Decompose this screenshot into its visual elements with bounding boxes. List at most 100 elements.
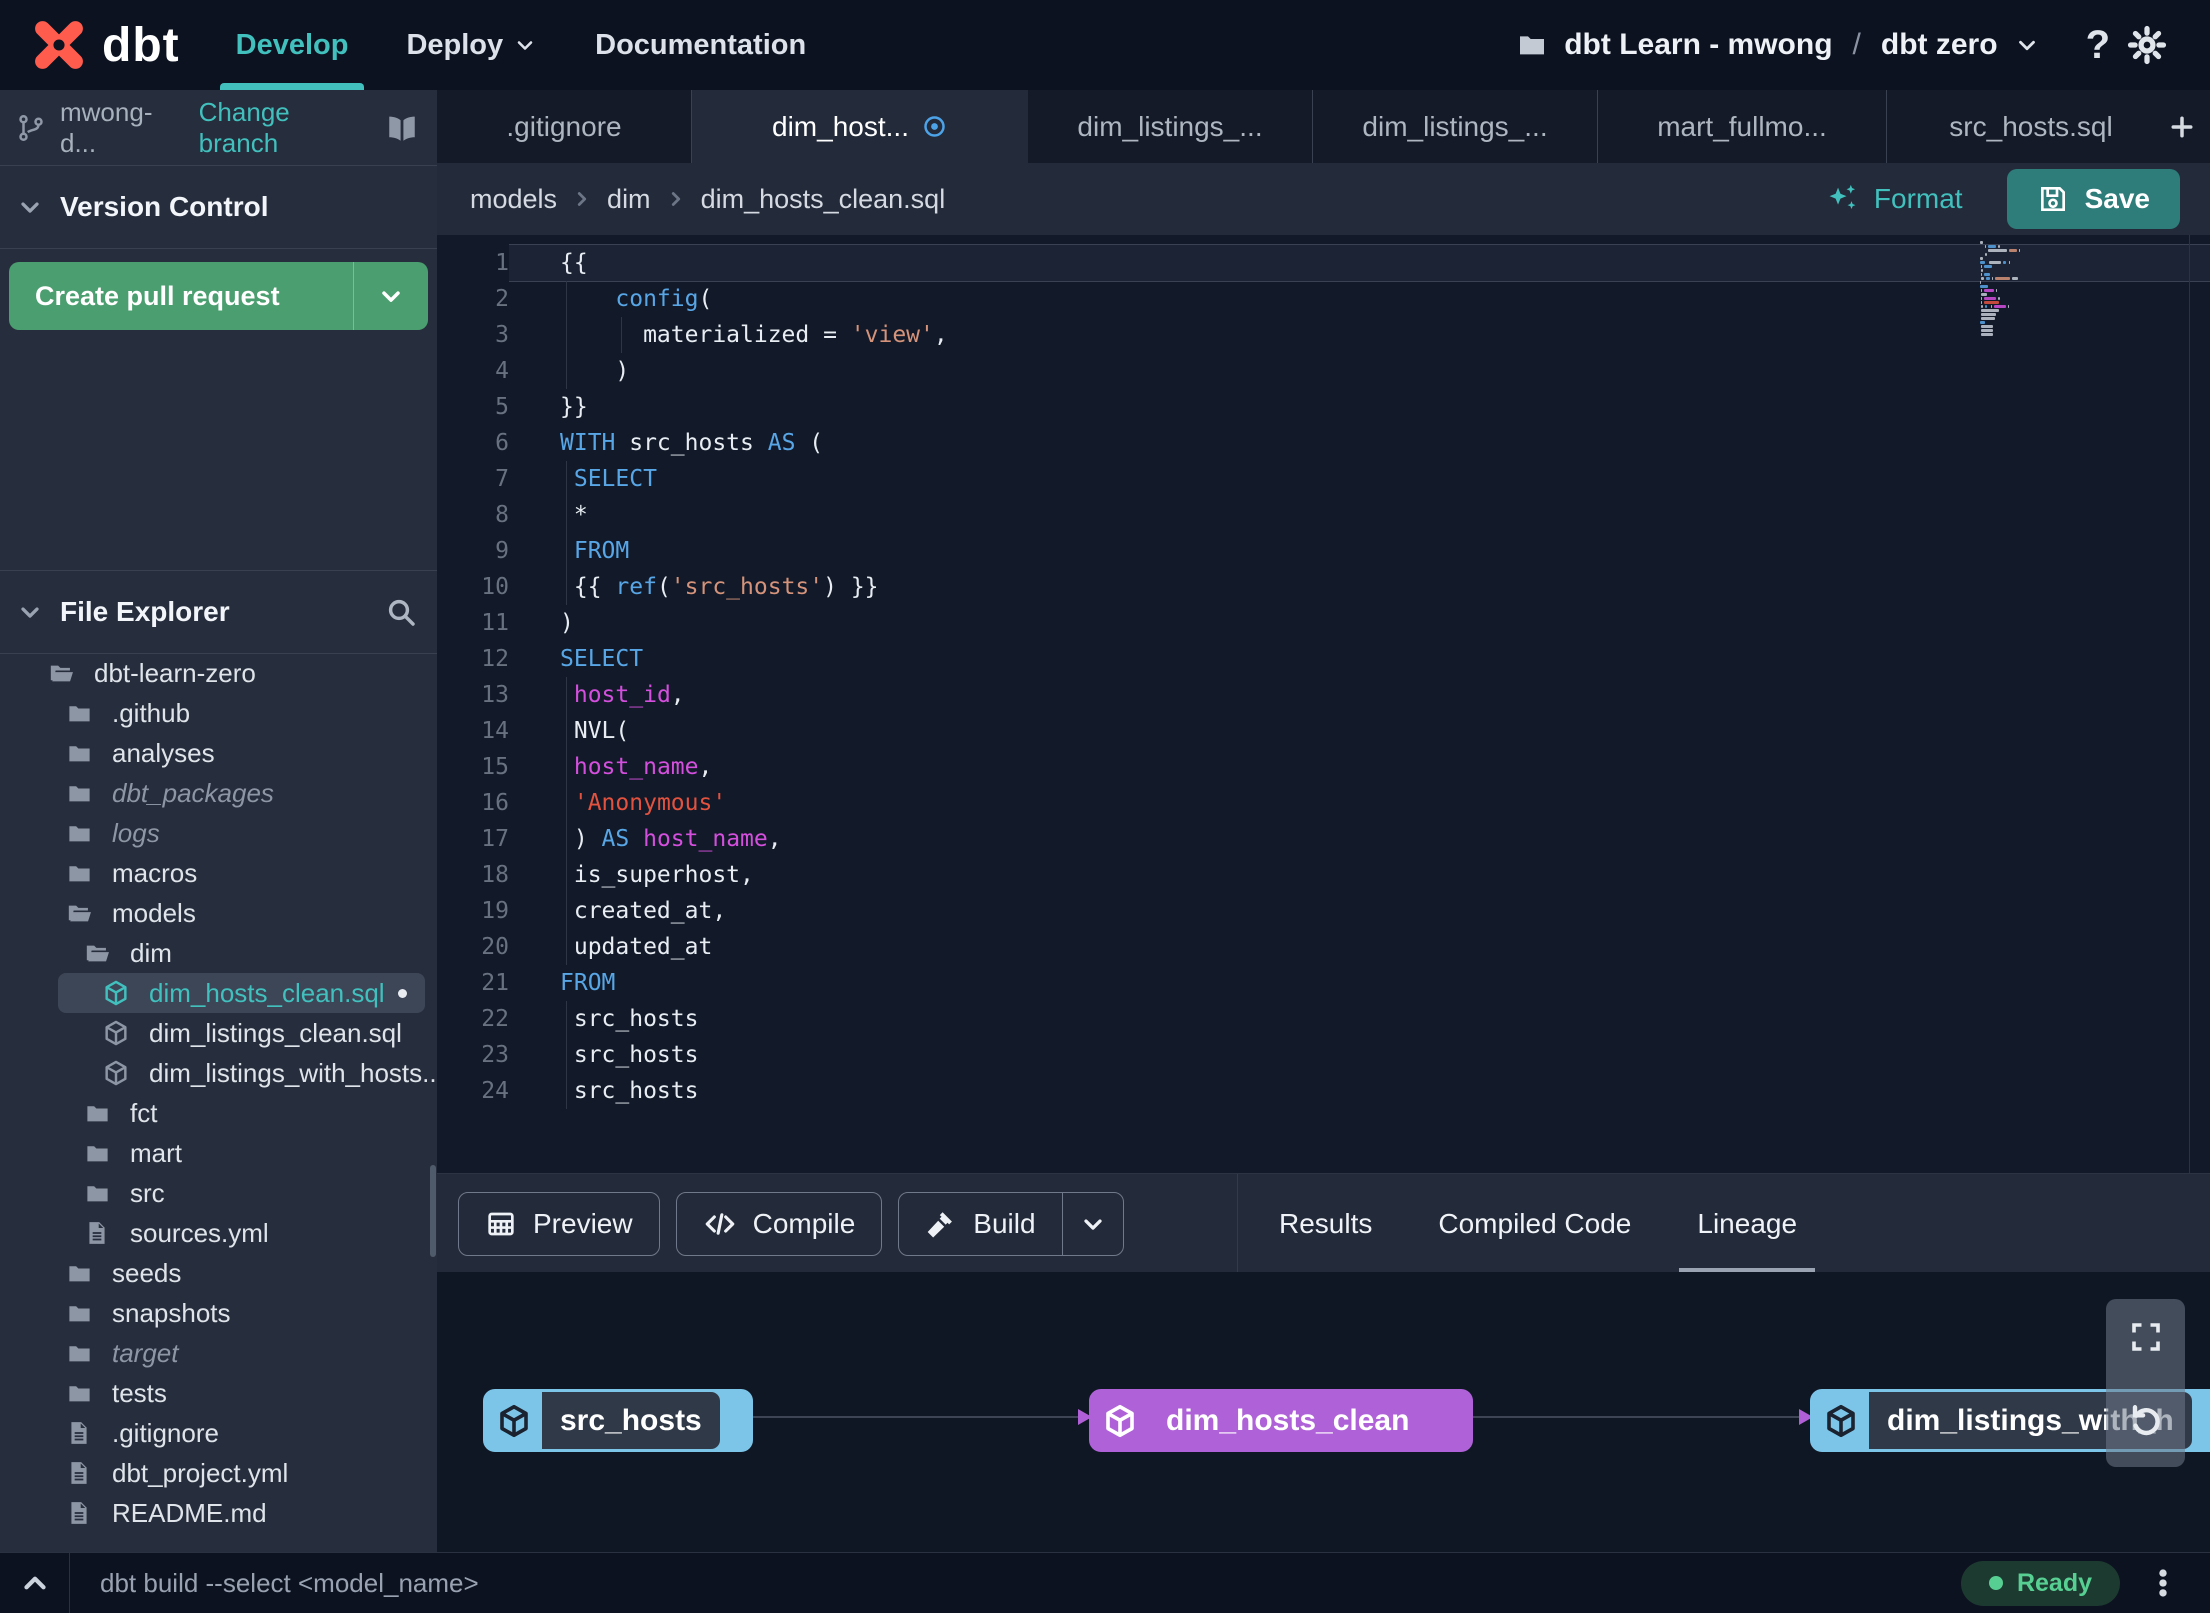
file-tree-item[interactable]: dim	[0, 933, 437, 973]
lineage-node[interactable]: dim_hosts_clean	[1089, 1389, 1473, 1452]
editor-tab[interactable]: .gitignore	[437, 90, 692, 163]
file-icon	[66, 1500, 93, 1526]
preview-button[interactable]: Preview	[458, 1191, 660, 1256]
search-icon[interactable]	[385, 596, 417, 628]
change-branch-link[interactable]: Change branch	[199, 97, 371, 159]
file-tree-item[interactable]: macros	[0, 853, 437, 893]
file-tree-item[interactable]: dim_listings_clean.sql	[0, 1013, 437, 1053]
file-tree-label: seeds	[112, 1257, 182, 1288]
pull-request-dropdown[interactable]	[353, 262, 428, 330]
lineage-node[interactable]: src_hosts	[483, 1389, 753, 1452]
code-line: 2 config(	[437, 281, 2210, 317]
compile-button[interactable]: Compile	[675, 1191, 883, 1256]
minimap-line	[1980, 245, 2050, 248]
tab-label: .gitignore	[506, 110, 622, 142]
breadcrumb-item[interactable]: models	[470, 184, 557, 215]
file-tree-label: .github	[112, 697, 191, 728]
breadcrumb-item[interactable]: dim	[607, 184, 651, 215]
docs-book-icon[interactable]	[385, 111, 419, 145]
code-line: 13 host_id,	[437, 677, 2210, 713]
chevron-down-icon[interactable]	[2014, 32, 2040, 58]
nav-documentation[interactable]: Documentation	[595, 0, 806, 90]
build-button[interactable]: Build	[898, 1191, 1124, 1256]
account-name[interactable]: dbt Learn - mwong	[1564, 28, 1832, 62]
lineage-edge	[747, 1409, 1092, 1425]
bottom-action-bar: Preview Compile Build Results Compiled Code…	[437, 1173, 2210, 1273]
nav-deploy[interactable]: Deploy	[406, 0, 537, 90]
save-button[interactable]: Save	[2006, 169, 2180, 229]
file-tree-item[interactable]: dbt-learn-zero	[0, 653, 437, 693]
file-tree-item[interactable]: fct	[0, 1093, 437, 1133]
panel-tab-label: Lineage	[1697, 1207, 1798, 1239]
file-tree-label: dim_listings_with_hosts...	[149, 1057, 437, 1088]
breadcrumb-item[interactable]: dim_hosts_clean.sql	[701, 184, 946, 215]
refresh-icon[interactable]	[2124, 1399, 2168, 1443]
file-tree-label: fct	[130, 1097, 158, 1128]
file-tree-item[interactable]: dim_listings_with_hosts...	[0, 1053, 437, 1093]
file-tree-scrollbar[interactable]	[430, 1165, 436, 1257]
minimap-line	[1980, 281, 2050, 284]
editor-tab[interactable]: src_hosts.sql	[1887, 90, 2154, 163]
minimap-line	[1980, 257, 2050, 260]
status-bar-right: Ready	[1960, 1560, 2210, 1606]
panel-tab-results[interactable]: Results	[1279, 1174, 1372, 1273]
indent-guide	[566, 317, 567, 353]
panel-tab-compiled-code[interactable]: Compiled Code	[1438, 1174, 1631, 1273]
editor-tab[interactable]: dim_listings_...	[1313, 90, 1598, 163]
command-bar[interactable]: dbt build --select <model_name>	[100, 1568, 479, 1599]
file-tree-item[interactable]: analyses	[0, 733, 437, 773]
kebab-menu-icon[interactable]	[2150, 1566, 2176, 1600]
line-number: 23	[481, 1042, 509, 1068]
panel-tab-lineage[interactable]: Lineage	[1679, 1174, 1815, 1273]
code-editor[interactable]: 1{{2 config(3 materialized = 'view', 4 ) 5…	[437, 235, 2210, 1173]
create-pull-request-label: Create pull request	[35, 280, 280, 311]
nav-develop[interactable]: Develop	[219, 0, 365, 90]
minimap-line	[1980, 289, 2050, 292]
file-tree-item[interactable]: dbt_packages	[0, 773, 437, 813]
file-tree-item[interactable]: dbt_project.yml	[0, 1453, 437, 1493]
line-number: 6	[495, 430, 509, 456]
branch-name: mwong-d...	[60, 96, 153, 158]
file-tree-item[interactable]: seeds	[0, 1253, 437, 1293]
lineage-canvas[interactable]: src_hosts dim_hosts_clean dim_listings_wit…	[437, 1272, 2210, 1553]
file-tree-item[interactable]: mart	[0, 1133, 437, 1173]
code-line: 8 *	[437, 497, 2210, 533]
chevron-up-icon[interactable]	[0, 1553, 69, 1613]
format-button[interactable]: Format	[1826, 182, 1963, 216]
file-tree-item[interactable]: .gitignore	[0, 1413, 437, 1453]
folder-icon	[84, 1100, 111, 1127]
minimap-line	[1980, 333, 2050, 336]
file-tree-item[interactable]: README.md	[0, 1493, 437, 1533]
file-tree-label: dim_listings_clean.sql	[149, 1017, 402, 1048]
status-bar-divider	[69, 1553, 70, 1613]
dbt-logo[interactable]: dbt	[0, 16, 218, 74]
file-tree-item[interactable]: sources.yml	[0, 1213, 437, 1253]
file-tree-item[interactable]: models	[0, 893, 437, 933]
editor-tab[interactable]: dim_host...	[692, 90, 1028, 163]
editor-tab[interactable]: mart_fullmo...	[1598, 90, 1887, 163]
folder-icon	[84, 1180, 111, 1207]
version-control-header[interactable]: Version Control	[0, 166, 437, 249]
editor-minimap[interactable]	[1980, 241, 2050, 337]
settings-gear-icon[interactable]	[2126, 24, 2168, 66]
file-tree-item[interactable]: target	[0, 1333, 437, 1373]
code-line: 15 host_name,	[437, 749, 2210, 785]
project-name[interactable]: dbt zero	[1881, 28, 1998, 62]
file-tree-item[interactable]: .github	[0, 693, 437, 733]
file-tree-item[interactable]: src	[0, 1173, 437, 1213]
fullscreen-icon[interactable]	[2128, 1319, 2164, 1355]
editor-tab[interactable]: dim_listings_...	[1028, 90, 1313, 163]
new-tab-button[interactable]	[2154, 90, 2210, 163]
create-pull-request-button[interactable]: Create pull request	[9, 262, 428, 330]
file-tree-label: sources.yml	[130, 1217, 269, 1248]
build-dropdown[interactable]	[1061, 1192, 1123, 1255]
file-tree-item[interactable]: dim_hosts_clean.sql	[58, 973, 425, 1013]
left-sidebar: mwong-d... Change branch Version Control…	[0, 90, 438, 1553]
file-tree-item[interactable]: logs	[0, 813, 437, 853]
file-tree-item[interactable]: tests	[0, 1373, 437, 1413]
code-line: 18 is_superhost,	[437, 857, 2210, 893]
indent-guide	[566, 1073, 567, 1109]
file-explorer-header[interactable]: File Explorer	[0, 570, 437, 654]
file-tree-item[interactable]: snapshots	[0, 1293, 437, 1333]
help-icon[interactable]: ?	[2086, 23, 2110, 68]
